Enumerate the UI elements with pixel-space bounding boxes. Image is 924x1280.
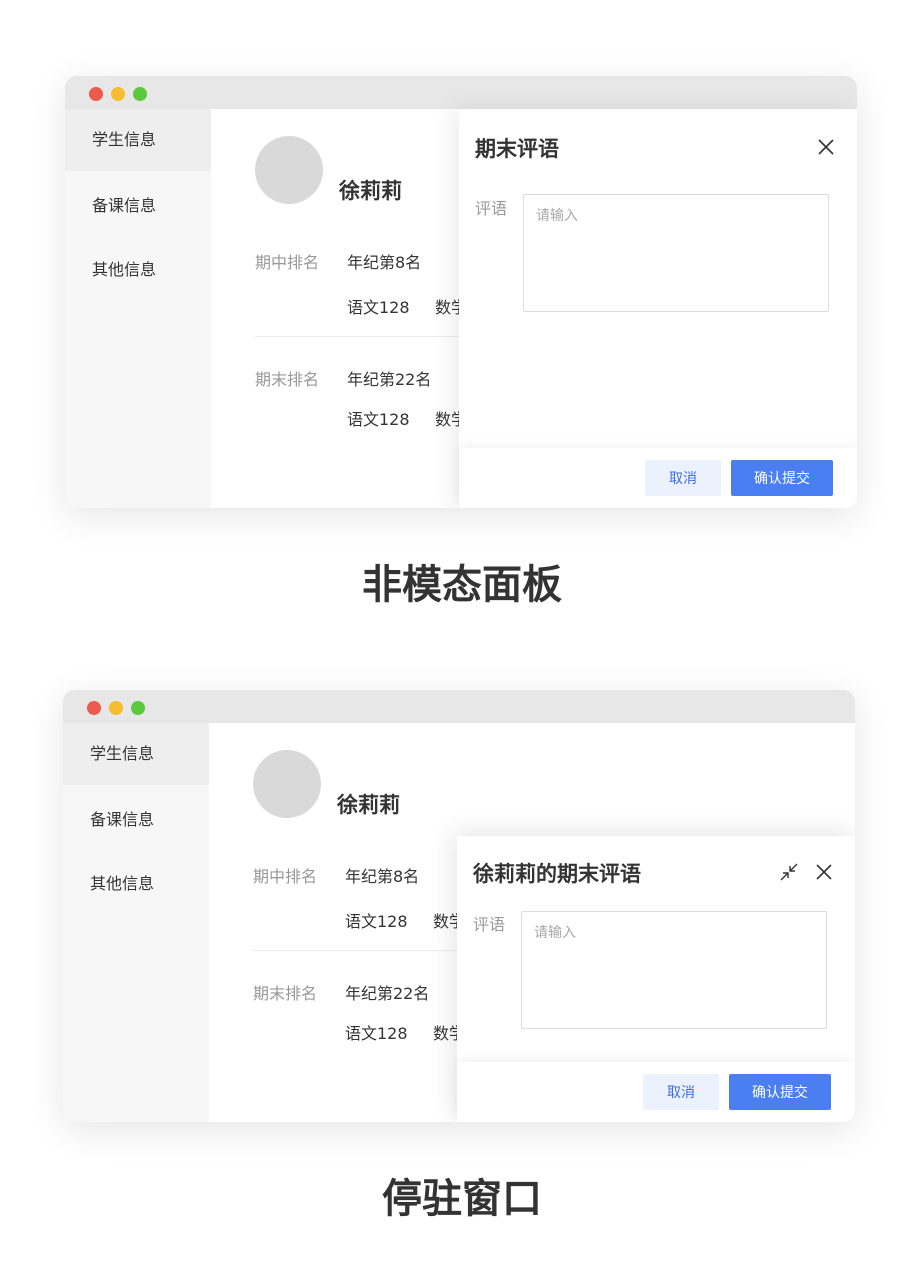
midterm-rank-label: 期中排名 [255, 253, 320, 272]
midterm-score-chinese: 语文128 [347, 298, 410, 317]
midterm-rank-label: 期中排名 [253, 867, 318, 886]
window-non-modal: 学生信息 备课信息 其他信息 徐莉莉 期中排名 年纪第8名 语文128 数学 期… [65, 76, 857, 508]
window-docked: 学生信息 备课信息 其他信息 徐莉莉 期中排名 年纪第8名 语文128 数学 期… [63, 690, 855, 1122]
close-window-icon[interactable] [89, 87, 103, 101]
panel-footer: 取消 确认提交 [457, 1062, 855, 1122]
maximize-window-icon[interactable] [131, 701, 145, 715]
final-rank-label: 期末排名 [253, 984, 318, 1003]
docked-comment-window: 徐莉莉的期末评语 评语 取消 确认提交 [457, 836, 855, 1122]
collapse-icon[interactable] [779, 862, 799, 882]
final-score-chinese: 语文128 [345, 1024, 408, 1043]
avatar [255, 136, 323, 204]
sidebar-item-lesson-prep[interactable]: 备课信息 [65, 175, 211, 237]
student-name: 徐莉莉 [339, 179, 402, 203]
close-icon[interactable] [814, 862, 834, 882]
comment-label: 评语 [473, 915, 506, 934]
panel-title: 徐莉莉的期末评语 [473, 862, 641, 886]
sidebar-item-other-info[interactable]: 其他信息 [65, 239, 211, 301]
sidebar-item-lesson-prep[interactable]: 备课信息 [63, 789, 209, 851]
close-window-icon[interactable] [87, 701, 101, 715]
comment-input[interactable] [523, 194, 829, 312]
minimize-window-icon[interactable] [109, 701, 123, 715]
midterm-score-chinese: 语文128 [345, 912, 408, 931]
avatar [253, 750, 321, 818]
panel-title: 期末评语 [475, 137, 559, 161]
sidebar: 学生信息 备课信息 其他信息 [63, 723, 209, 1122]
cancel-button[interactable]: 取消 [643, 1074, 719, 1110]
student-name: 徐莉莉 [337, 793, 400, 817]
submit-button[interactable]: 确认提交 [731, 460, 833, 496]
sidebar-item-student-info[interactable]: 学生信息 [65, 109, 211, 171]
sidebar: 学生信息 备课信息 其他信息 [65, 109, 211, 508]
comment-label: 评语 [475, 199, 508, 218]
sidebar-item-other-info[interactable]: 其他信息 [63, 853, 209, 915]
caption-docked: 停驻窗口 [382, 1176, 542, 1222]
final-comment-panel: 期末评语 评语 取消 确认提交 [459, 109, 857, 508]
close-icon[interactable] [816, 137, 836, 157]
final-score-chinese: 语文128 [347, 410, 410, 429]
title-bar [63, 690, 855, 723]
maximize-window-icon[interactable] [133, 87, 147, 101]
cancel-button[interactable]: 取消 [645, 460, 721, 496]
minimize-window-icon[interactable] [111, 87, 125, 101]
panel-footer: 取消 确认提交 [459, 448, 857, 508]
midterm-rank-value: 年纪第8名 [345, 867, 420, 886]
midterm-rank-value: 年纪第8名 [347, 253, 422, 272]
sidebar-item-student-info[interactable]: 学生信息 [63, 723, 209, 785]
comment-input[interactable] [521, 911, 827, 1029]
final-rank-value: 年纪第22名 [345, 984, 430, 1003]
caption-non-modal: 非模态面板 [362, 562, 562, 608]
title-bar [65, 76, 857, 109]
submit-button[interactable]: 确认提交 [729, 1074, 831, 1110]
final-rank-value: 年纪第22名 [347, 370, 432, 389]
final-rank-label: 期末排名 [255, 370, 320, 389]
